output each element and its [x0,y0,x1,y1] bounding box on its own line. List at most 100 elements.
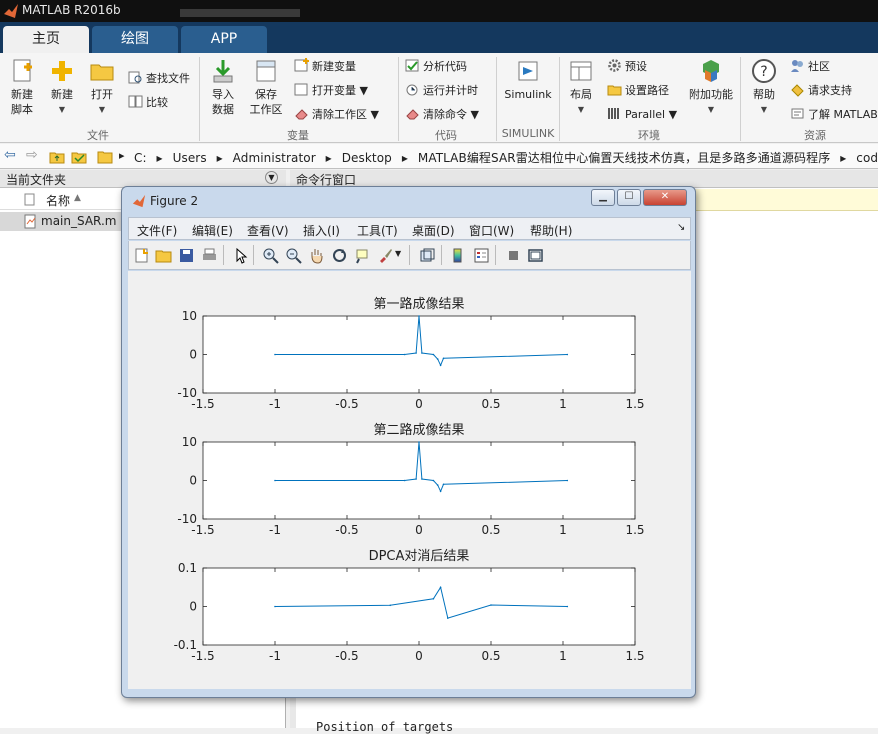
data-point [418,441,420,443]
breadcrumb-item[interactable]: Users [173,151,207,165]
new-figure-icon[interactable] [133,247,150,264]
data-point [421,352,423,354]
help-button[interactable]: ? 帮助 ▼ [748,57,780,117]
zoom-out-icon[interactable] [285,247,302,264]
pointer-icon[interactable] [232,247,249,264]
parallel-button[interactable]: Parallel ▼ [607,106,677,123]
y-tick-label: 10 [182,435,197,449]
preferences-button[interactable]: 预设 [607,58,647,75]
x-tick-label: 0.5 [481,649,500,663]
tab-home[interactable]: 主页 [3,26,89,53]
open-icon[interactable] [155,247,172,264]
panel-menu-icon[interactable]: ▼ [265,171,278,184]
save-workspace-button[interactable]: 保存 工作区 [246,57,286,117]
x-tick-label: -0.5 [335,523,358,537]
request-support-button[interactable]: 请求支持 [790,82,852,99]
data-point [436,484,439,486]
rotate-icon[interactable] [331,247,348,264]
set-path-button[interactable]: 设置路径 [607,82,669,99]
figure-window[interactable]: Figure 2 ▁ ☐ ✕ 文件(F) 编辑(E) 查看(V) 插入(I) 工… [121,186,696,698]
learn-matlab-button[interactable]: 了解 MATLAB [790,106,878,123]
menu-file[interactable]: 文件(F) [137,222,177,239]
breadcrumb-item[interactable]: Administrator [233,151,316,165]
simulink-button[interactable]: Simulink [502,57,554,102]
learn-icon [791,108,804,119]
clear-workspace-button[interactable]: 清除工作区 ▼ [294,106,379,123]
menu-tools[interactable]: 工具(T) [357,222,398,239]
new-script-button[interactable]: 新建 脚本 [4,57,40,117]
open-button[interactable]: 打开 ▼ [84,57,120,117]
community-button[interactable]: 社区 [790,58,830,75]
parallel-icon [608,108,619,119]
find-files-button[interactable]: 查找文件 [128,70,190,87]
data-point [415,478,417,480]
clear-commands-button[interactable]: 清除命令 ▼ [405,106,479,123]
save-workspace-label: 保存 工作区 [249,88,283,116]
minimize-button[interactable]: ▁ [591,189,615,206]
breadcrumb-item[interactable]: C: [134,151,147,165]
community-label: 社区 [808,60,830,73]
parallel-label: Parallel [625,108,666,121]
tab-plots[interactable]: 绘图 [92,26,178,53]
axes-title: DPCA对消后结果 [369,549,470,564]
hide-tools-icon[interactable] [505,247,522,264]
group-label-file: 文件 [87,129,109,142]
layout-button[interactable]: 布局 ▼ [564,57,598,117]
forward-icon[interactable]: ⇨ [26,147,38,163]
data-cursor-icon[interactable] [354,247,371,264]
import-data-button[interactable]: 导入 数据 [204,57,242,117]
analyze-code-icon [405,59,419,72]
figure-title-bar[interactable]: Figure 2 ▁ ☐ ✕ [122,187,695,215]
data-point [439,586,442,589]
x-tick-label: -1 [269,397,281,411]
link-icon[interactable] [419,247,436,264]
data-point [403,353,406,356]
breadcrumb-item[interactable]: code [856,151,878,165]
new-variable-icon [294,58,309,72]
menu-help[interactable]: 帮助(H) [530,222,572,239]
compare-button[interactable]: 比较 [128,94,168,111]
menu-insert[interactable]: 插入(I) [303,222,340,239]
menu-desktop[interactable]: 桌面(D) [412,222,455,239]
tab-apps[interactable]: APP [181,26,267,53]
menu-overflow-icon[interactable]: ↘ [677,222,685,233]
axes-box[interactable] [202,441,636,520]
maximize-button[interactable]: ☐ [617,189,641,206]
chevron-down-icon[interactable]: ▼ [395,249,401,258]
up-folder-icon[interactable] [49,149,65,164]
print-icon[interactable] [201,247,218,264]
colorbar-icon[interactable] [449,247,466,264]
new-variable-label: 新建变量 [312,60,356,73]
breadcrumb-item[interactable]: MATLAB编程SAR雷达相位中心偏置天线技术仿真，且是多路多通道源码程序 [418,151,830,165]
axes-title: 第一路成像结果 [373,296,464,312]
ribbon: 新建 脚本 新建 ▼ 打开 ▼ 查找文件 比较 文件 导入 数据 保存 工作区 新建… [0,53,878,143]
breadcrumb-item[interactable]: Desktop [342,151,392,165]
data-point [432,479,435,482]
back-icon[interactable]: ⇦ [4,147,16,163]
menu-view[interactable]: 查看(V) [247,222,289,239]
browse-folder-icon[interactable] [71,149,87,164]
legend-icon[interactable] [473,247,490,264]
axes-box[interactable] [202,567,636,646]
analyze-code-button[interactable]: 分析代码 [405,58,467,75]
menu-window[interactable]: 窗口(W) [469,222,514,239]
new-button[interactable]: 新建 ▼ [44,57,80,117]
dock-icon[interactable] [527,247,544,264]
run-time-icon [406,84,418,96]
divider [740,57,741,141]
save-icon[interactable] [178,247,195,264]
add-ons-label: 附加功能 [689,88,733,101]
column-name[interactable]: 名称 [46,192,70,209]
run-and-time-button[interactable]: 运行并计时 [405,82,478,99]
pan-icon[interactable] [308,247,325,264]
breadcrumb: C: ▸ Users ▸ Administrator ▸ Desktop ▸ M… [134,149,878,166]
zoom-in-icon[interactable] [262,247,279,264]
axes-box[interactable] [202,315,636,394]
open-variable-button[interactable]: 打开变量 ▼ [294,82,368,99]
compare-icon [128,95,143,108]
close-button[interactable]: ✕ [643,189,687,206]
brush-icon[interactable] [377,247,394,264]
menu-edit[interactable]: 编辑(E) [192,222,233,239]
add-ons-button[interactable]: 附加功能 ▼ [688,57,734,117]
new-variable-button[interactable]: 新建变量 [294,58,356,75]
